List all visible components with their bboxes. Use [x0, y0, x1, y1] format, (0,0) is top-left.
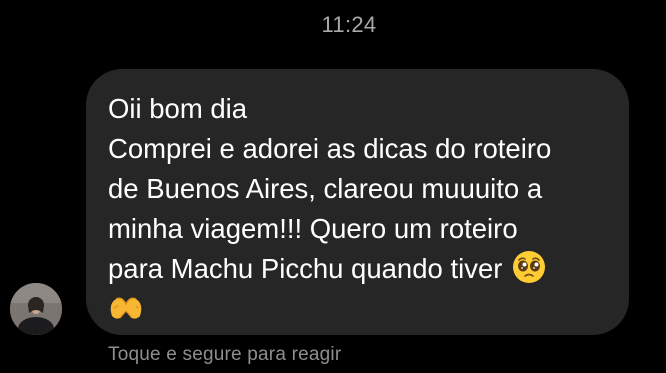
message-line: de Buenos Aires, clareou muuuito a: [108, 173, 543, 204]
avatar-photo: [10, 283, 62, 335]
chat-screen: 11:24 Oii bom dia Comprei e adorei as di…: [0, 0, 666, 373]
sender-avatar[interactable]: [10, 283, 62, 335]
message-timestamp: 11:24: [321, 12, 377, 37]
message-line-with-emoji: para Machu Picchu quando tiver: [108, 249, 609, 289]
heart-hands-icon: [108, 293, 144, 321]
message-line: Oii bom dia: [108, 93, 248, 124]
message-line: minha viagem!!! Quero um roteiro: [108, 213, 518, 244]
message-line: Comprei e adorei as dicas do roteiro: [108, 133, 552, 164]
message-line: para Machu Picchu quando tiver: [108, 253, 503, 284]
message-line-emoji: [108, 289, 609, 329]
message-bubble[interactable]: Oii bom dia Comprei e adorei as dicas do…: [86, 69, 629, 335]
pleading-face-icon: [512, 250, 546, 284]
reaction-hint: Toque e segure para reagir: [108, 344, 342, 365]
